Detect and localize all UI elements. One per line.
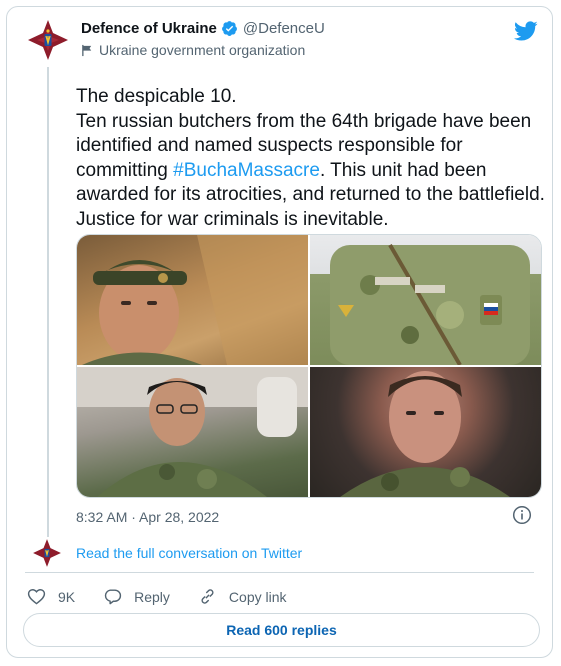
tweet-card: Defence of Ukraine @DefenceU Ukraine gov…: [6, 6, 553, 658]
copy-link-label: Copy link: [228, 588, 287, 605]
hashtag-link[interactable]: #BuchaMassacre: [173, 160, 320, 181]
flag-icon: [82, 44, 92, 56]
photo-3[interactable]: [77, 367, 308, 497]
action-bar: 9K Reply Copy link: [27, 587, 315, 606]
copy-link-button[interactable]: Copy link: [198, 587, 287, 606]
read-conversation-link[interactable]: Read the full conversation on Twitter: [76, 545, 302, 561]
read-replies-button[interactable]: Read 600 replies: [23, 613, 540, 647]
photo-4[interactable]: [310, 367, 541, 497]
heart-icon: [27, 589, 46, 605]
like-button[interactable]: 9K: [27, 587, 75, 606]
verified-badge-icon: [221, 21, 237, 36]
link-icon: [201, 589, 214, 604]
like-count: 9K: [58, 588, 76, 605]
account-handle[interactable]: @DefenceU: [243, 20, 325, 37]
conversation-avatar[interactable]: [31, 537, 63, 569]
tweet-timestamp[interactable]: 8:32 AM · Apr 28, 2022: [76, 509, 219, 525]
media-grid: [76, 234, 542, 498]
tweet-body: Ten russian butchers from the 64th briga…: [76, 110, 546, 233]
reply-label: Reply: [134, 588, 170, 605]
tweet-text: The despicable 10. Ten russian butchers …: [76, 85, 546, 232]
reply-button[interactable]: Reply: [103, 587, 170, 606]
account-avatar[interactable]: [25, 17, 71, 63]
reply-icon: [104, 589, 122, 605]
photo-2[interactable]: [310, 235, 541, 365]
info-icon[interactable]: [512, 505, 532, 525]
thread-line: [47, 67, 49, 537]
photo-1[interactable]: [77, 235, 308, 365]
twitter-bird-icon[interactable]: [514, 19, 538, 43]
divider: [25, 572, 534, 573]
government-label: Ukraine government organization: [81, 42, 305, 58]
account-name[interactable]: Defence of Ukraine: [81, 20, 217, 37]
government-label-text: Ukraine government organization: [99, 42, 306, 58]
tweet-first-line: The despicable 10.: [76, 86, 237, 107]
